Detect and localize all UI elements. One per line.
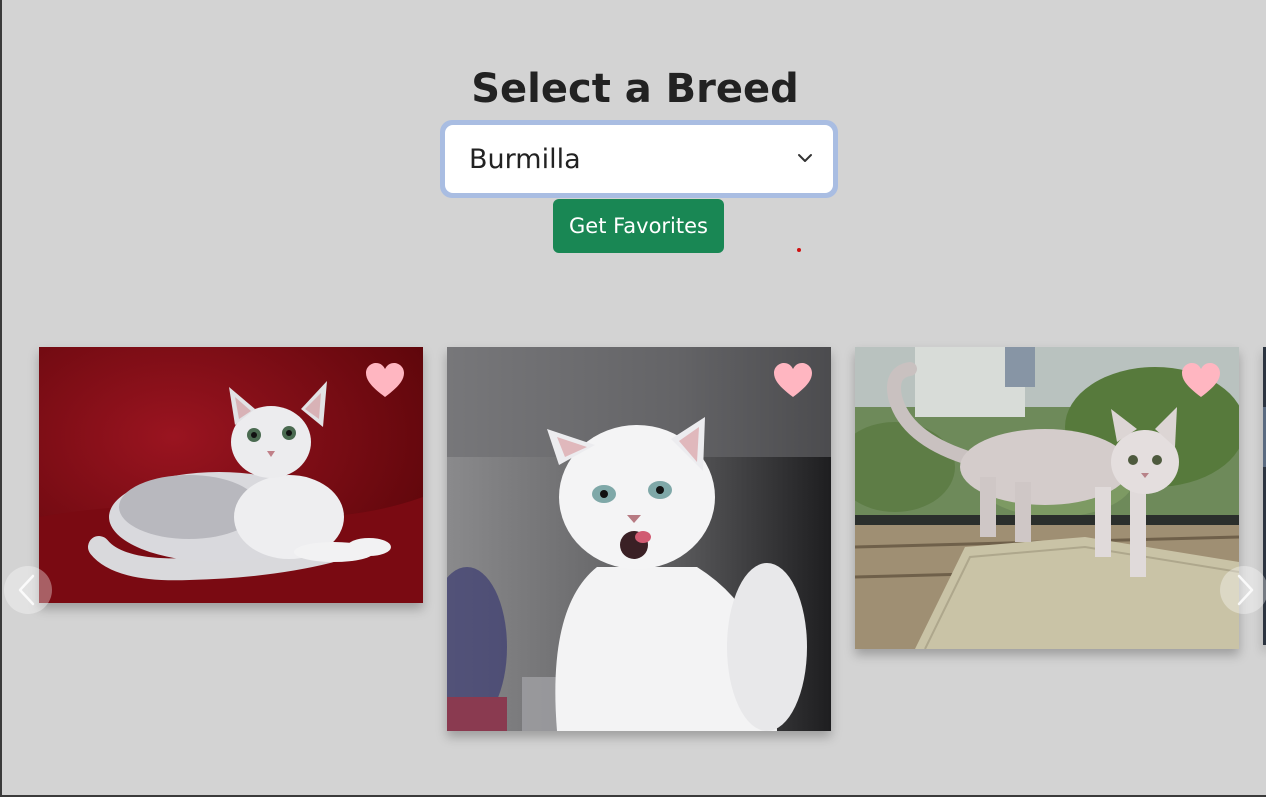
get-favorites-button[interactable]: Get Favorites	[553, 199, 724, 253]
cat-image-card[interactable]	[855, 347, 1239, 649]
heart-icon[interactable]	[773, 363, 813, 399]
chevron-left-icon	[18, 574, 35, 606]
page-title: Select a Breed	[471, 66, 799, 112]
carousel-next-button[interactable]	[1220, 566, 1266, 614]
carousel-prev-button[interactable]	[4, 566, 52, 614]
cat-image-card[interactable]	[447, 347, 831, 731]
cursor-dot	[797, 248, 801, 252]
breed-select-value: Burmilla	[469, 143, 581, 175]
cat-image-card[interactable]	[39, 347, 423, 603]
chevron-right-icon	[1237, 574, 1254, 606]
breed-select-focus-ring: Burmilla	[440, 120, 838, 198]
chevron-down-icon	[798, 154, 812, 162]
heart-icon[interactable]	[365, 363, 405, 399]
heart-icon[interactable]	[1181, 363, 1221, 399]
cat-photo	[447, 347, 831, 731]
image-carousel	[2, 340, 1266, 750]
breed-select[interactable]: Burmilla	[445, 125, 833, 193]
